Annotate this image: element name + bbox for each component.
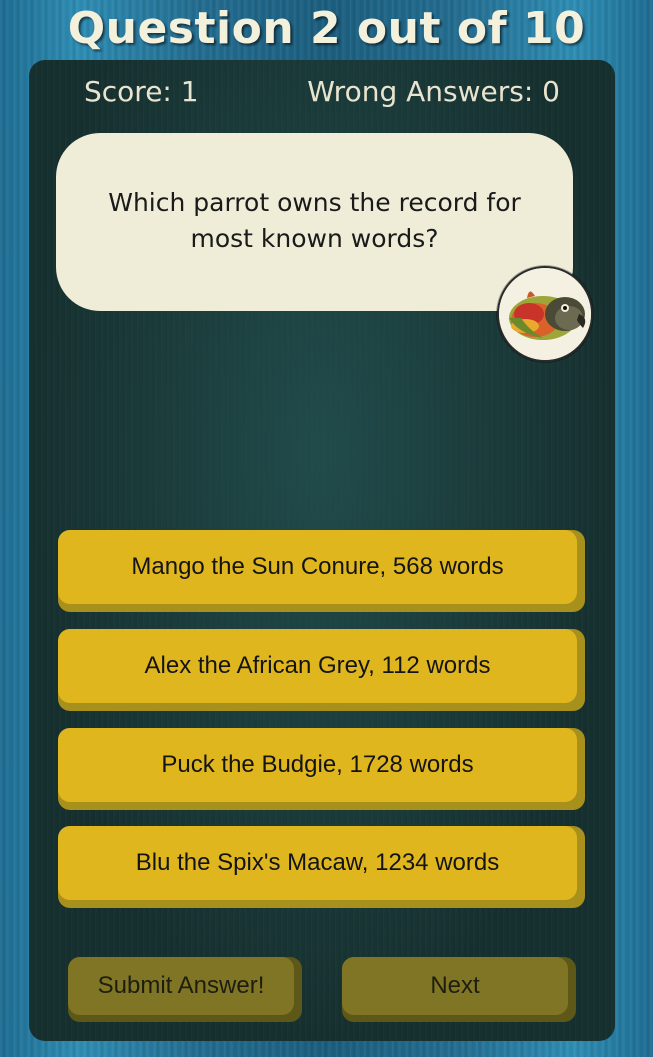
answer-option-1[interactable]: Mango the Sun Conure, 568 words <box>58 530 585 612</box>
answer-option-label: Mango the Sun Conure, 568 words <box>58 530 577 604</box>
question-counter-title: Question 2 out of 10 <box>67 3 586 54</box>
answer-option-2[interactable]: Alex the African Grey, 112 words <box>58 629 585 711</box>
score-label: Score: 1 <box>84 75 199 108</box>
submit-answer-button[interactable]: Submit Answer! <box>68 957 302 1022</box>
answer-option-label: Alex the African Grey, 112 words <box>58 629 577 703</box>
question-text: Which parrot owns the record for most kn… <box>108 188 521 253</box>
sun-conure-parrot-image <box>499 268 591 360</box>
next-button[interactable]: Next <box>342 957 576 1022</box>
answer-option-4[interactable]: Blu the Spix's Macaw, 1234 words <box>58 826 585 908</box>
submit-answer-label: Submit Answer! <box>68 957 294 1015</box>
answer-option-label: Puck the Budgie, 1728 words <box>58 728 577 802</box>
answer-option-3[interactable]: Puck the Budgie, 1728 words <box>58 728 585 810</box>
question-bubble: Which parrot owns the record for most kn… <box>56 133 573 311</box>
parrot-avatar-icon <box>497 266 593 362</box>
next-label: Next <box>342 957 568 1015</box>
answer-option-label: Blu the Spix's Macaw, 1234 words <box>58 826 577 900</box>
wrong-answers-label: Wrong Answers: 0 <box>307 75 560 108</box>
